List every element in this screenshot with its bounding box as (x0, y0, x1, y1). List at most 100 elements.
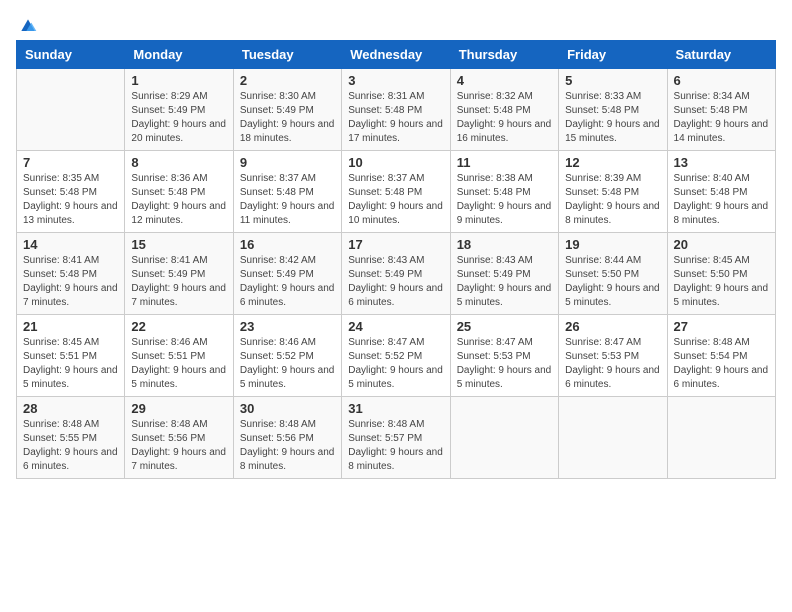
week-row-2: 7 Sunrise: 8:35 AMSunset: 5:48 PMDaylight… (17, 151, 776, 233)
day-cell: 15Sunrise: 8:41 AMSunset: 5:49 PMDayligh… (125, 233, 233, 315)
day-info: Sunrise: 8:46 AMSunset: 5:51 PMDaylight:… (131, 336, 226, 392)
week-row-1: 1 Sunrise: 8:29 AMSunset: 5:49 PMDaylight… (17, 69, 776, 151)
day-info: Sunrise: 8:47 AMSunset: 5:53 PMDaylight:… (457, 336, 552, 392)
day-number: 20 (674, 237, 769, 252)
day-cell: 31 Sunrise: 8:48 AMSunset: 5:57 PMDayligh… (342, 397, 450, 479)
day-number: 7 (23, 155, 118, 170)
day-cell: 19 Sunrise: 8:44 AMSunset: 5:50 PMDayligh… (559, 233, 667, 315)
day-number: 19 (565, 237, 660, 252)
day-number: 14 (23, 237, 118, 252)
day-info: Sunrise: 8:43 AMSunset: 5:49 PMDaylight:… (348, 254, 443, 310)
calendar-table: SundayMondayTuesdayWednesdayThursdayFrid… (16, 40, 776, 479)
day-info: Sunrise: 8:37 AMSunset: 5:48 PMDaylight:… (348, 172, 443, 228)
day-cell: 20 Sunrise: 8:45 AMSunset: 5:50 PMDayligh… (667, 233, 775, 315)
day-cell: 22 Sunrise: 8:46 AMSunset: 5:51 PMDayligh… (125, 315, 233, 397)
day-info: Sunrise: 8:41 AMSunset: 5:48 PMDaylight:… (23, 254, 118, 310)
day-cell: 3Sunrise: 8:31 AMSunset: 5:48 PMDaylight… (342, 69, 450, 151)
day-cell: 13Sunrise: 8:40 AMSunset: 5:48 PMDayligh… (667, 151, 775, 233)
day-info: Sunrise: 8:48 AMSunset: 5:57 PMDaylight:… (348, 418, 443, 474)
day-number: 9 (240, 155, 335, 170)
day-cell: 8Sunrise: 8:36 AMSunset: 5:48 PMDaylight… (125, 151, 233, 233)
day-number: 26 (565, 319, 660, 334)
day-info: Sunrise: 8:44 AMSunset: 5:50 PMDaylight:… (565, 254, 660, 310)
day-info: Sunrise: 8:30 AMSunset: 5:49 PMDaylight:… (240, 90, 335, 146)
day-cell (559, 397, 667, 479)
header-cell-tuesday: Tuesday (233, 41, 341, 69)
day-number: 1 (131, 73, 226, 88)
day-cell: 24Sunrise: 8:47 AMSunset: 5:52 PMDayligh… (342, 315, 450, 397)
day-number: 21 (23, 319, 118, 334)
day-number: 6 (674, 73, 769, 88)
day-number: 12 (565, 155, 660, 170)
day-number: 28 (23, 401, 118, 416)
header-row: SundayMondayTuesdayWednesdayThursdayFrid… (17, 41, 776, 69)
day-number: 30 (240, 401, 335, 416)
header-cell-sunday: Sunday (17, 41, 125, 69)
header-cell-thursday: Thursday (450, 41, 558, 69)
day-number: 8 (131, 155, 226, 170)
day-cell (667, 397, 775, 479)
week-row-4: 21 Sunrise: 8:45 AMSunset: 5:51 PMDayligh… (17, 315, 776, 397)
day-cell: 5 Sunrise: 8:33 AMSunset: 5:48 PMDaylight… (559, 69, 667, 151)
week-row-3: 14 Sunrise: 8:41 AMSunset: 5:48 PMDayligh… (17, 233, 776, 315)
day-info: Sunrise: 8:47 AMSunset: 5:53 PMDaylight:… (565, 336, 660, 392)
day-cell: 1 Sunrise: 8:29 AMSunset: 5:49 PMDaylight… (125, 69, 233, 151)
day-info: Sunrise: 8:48 AMSunset: 5:56 PMDaylight:… (131, 418, 226, 474)
calendar-body: 1 Sunrise: 8:29 AMSunset: 5:49 PMDaylight… (17, 69, 776, 479)
day-cell: 26 Sunrise: 8:47 AMSunset: 5:53 PMDayligh… (559, 315, 667, 397)
day-info: Sunrise: 8:33 AMSunset: 5:48 PMDaylight:… (565, 90, 660, 146)
day-info: Sunrise: 8:29 AMSunset: 5:49 PMDaylight:… (131, 90, 226, 146)
header-cell-saturday: Saturday (667, 41, 775, 69)
day-info: Sunrise: 8:45 AMSunset: 5:50 PMDaylight:… (674, 254, 769, 310)
day-info: Sunrise: 8:43 AMSunset: 5:49 PMDaylight:… (457, 254, 552, 310)
day-cell: 12 Sunrise: 8:39 AMSunset: 5:48 PMDayligh… (559, 151, 667, 233)
day-number: 25 (457, 319, 552, 334)
day-cell: 25 Sunrise: 8:47 AMSunset: 5:53 PMDayligh… (450, 315, 558, 397)
day-info: Sunrise: 8:41 AMSunset: 5:49 PMDaylight:… (131, 254, 226, 310)
day-number: 23 (240, 319, 335, 334)
day-cell: 14 Sunrise: 8:41 AMSunset: 5:48 PMDayligh… (17, 233, 125, 315)
day-cell: 10Sunrise: 8:37 AMSunset: 5:48 PMDayligh… (342, 151, 450, 233)
day-info: Sunrise: 8:48 AMSunset: 5:55 PMDaylight:… (23, 418, 118, 474)
day-number: 18 (457, 237, 552, 252)
day-info: Sunrise: 8:42 AMSunset: 5:49 PMDaylight:… (240, 254, 335, 310)
day-cell: 21 Sunrise: 8:45 AMSunset: 5:51 PMDayligh… (17, 315, 125, 397)
day-cell: 27 Sunrise: 8:48 AMSunset: 5:54 PMDayligh… (667, 315, 775, 397)
day-info: Sunrise: 8:34 AMSunset: 5:48 PMDaylight:… (674, 90, 769, 146)
day-cell (450, 397, 558, 479)
day-cell: 17Sunrise: 8:43 AMSunset: 5:49 PMDayligh… (342, 233, 450, 315)
day-cell: 6 Sunrise: 8:34 AMSunset: 5:48 PMDaylight… (667, 69, 775, 151)
calendar-header: SundayMondayTuesdayWednesdayThursdayFrid… (17, 41, 776, 69)
day-number: 27 (674, 319, 769, 334)
day-info: Sunrise: 8:48 AMSunset: 5:56 PMDaylight:… (240, 418, 335, 474)
day-cell: 11 Sunrise: 8:38 AMSunset: 5:48 PMDayligh… (450, 151, 558, 233)
day-info: Sunrise: 8:37 AMSunset: 5:48 PMDaylight:… (240, 172, 335, 228)
day-info: Sunrise: 8:35 AMSunset: 5:48 PMDaylight:… (23, 172, 118, 228)
day-cell: 28 Sunrise: 8:48 AMSunset: 5:55 PMDayligh… (17, 397, 125, 479)
day-cell: 18 Sunrise: 8:43 AMSunset: 5:49 PMDayligh… (450, 233, 558, 315)
day-cell: 2 Sunrise: 8:30 AMSunset: 5:49 PMDaylight… (233, 69, 341, 151)
day-cell: 7 Sunrise: 8:35 AMSunset: 5:48 PMDaylight… (17, 151, 125, 233)
day-info: Sunrise: 8:39 AMSunset: 5:48 PMDaylight:… (565, 172, 660, 228)
day-info: Sunrise: 8:45 AMSunset: 5:51 PMDaylight:… (23, 336, 118, 392)
day-number: 22 (131, 319, 226, 334)
day-cell: 30 Sunrise: 8:48 AMSunset: 5:56 PMDayligh… (233, 397, 341, 479)
week-row-5: 28 Sunrise: 8:48 AMSunset: 5:55 PMDayligh… (17, 397, 776, 479)
header-cell-monday: Monday (125, 41, 233, 69)
logo-icon (18, 16, 38, 36)
day-number: 13 (674, 155, 769, 170)
day-info: Sunrise: 8:38 AMSunset: 5:48 PMDaylight:… (457, 172, 552, 228)
day-number: 16 (240, 237, 335, 252)
day-info: Sunrise: 8:48 AMSunset: 5:54 PMDaylight:… (674, 336, 769, 392)
day-cell: 9 Sunrise: 8:37 AMSunset: 5:48 PMDaylight… (233, 151, 341, 233)
day-number: 11 (457, 155, 552, 170)
day-number: 5 (565, 73, 660, 88)
day-number: 2 (240, 73, 335, 88)
day-number: 31 (348, 401, 443, 416)
day-cell (17, 69, 125, 151)
day-number: 29 (131, 401, 226, 416)
day-info: Sunrise: 8:31 AMSunset: 5:48 PMDaylight:… (348, 90, 443, 146)
day-number: 4 (457, 73, 552, 88)
day-info: Sunrise: 8:32 AMSunset: 5:48 PMDaylight:… (457, 90, 552, 146)
day-cell: 23Sunrise: 8:46 AMSunset: 5:52 PMDayligh… (233, 315, 341, 397)
